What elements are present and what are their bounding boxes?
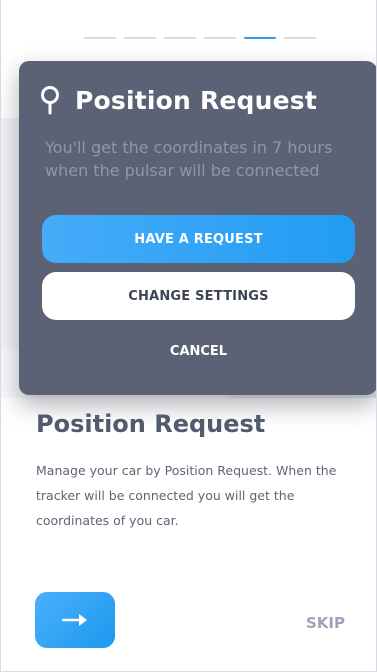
page-description: Manage your car by Position Request. Whe… [36,463,337,528]
next-button[interactable] [35,592,115,648]
location-pin-icon [41,86,59,115]
page-indicator-dash[interactable] [84,37,116,39]
page-title: Position Request [36,410,266,438]
page-indicator-dash[interactable] [284,37,316,39]
skip-button[interactable]: SKIP [306,614,345,632]
arrow-right-icon [62,614,87,626]
have-a-request-button[interactable]: HAVE A REQUEST [42,215,355,263]
cancel-button[interactable]: CANCEL [19,344,376,359]
page-indicator-dash-active[interactable] [244,37,276,39]
page-indicator-dash[interactable] [164,37,196,39]
dialog-title: Position Request [75,85,318,115]
dialog-header: Position Request [39,85,317,115]
page-indicator-dash[interactable] [124,37,156,39]
page-indicator [84,37,316,39]
page-indicator-dash[interactable] [204,37,236,39]
change-settings-button[interactable]: CHANGE SETTINGS [42,272,355,320]
dialog-description: You'll get the coordinates in 7 hours wh… [45,138,333,180]
onboarding-screen: Position Request You'll get the coordina… [0,0,377,672]
position-request-dialog: Position Request You'll get the coordina… [19,61,376,395]
